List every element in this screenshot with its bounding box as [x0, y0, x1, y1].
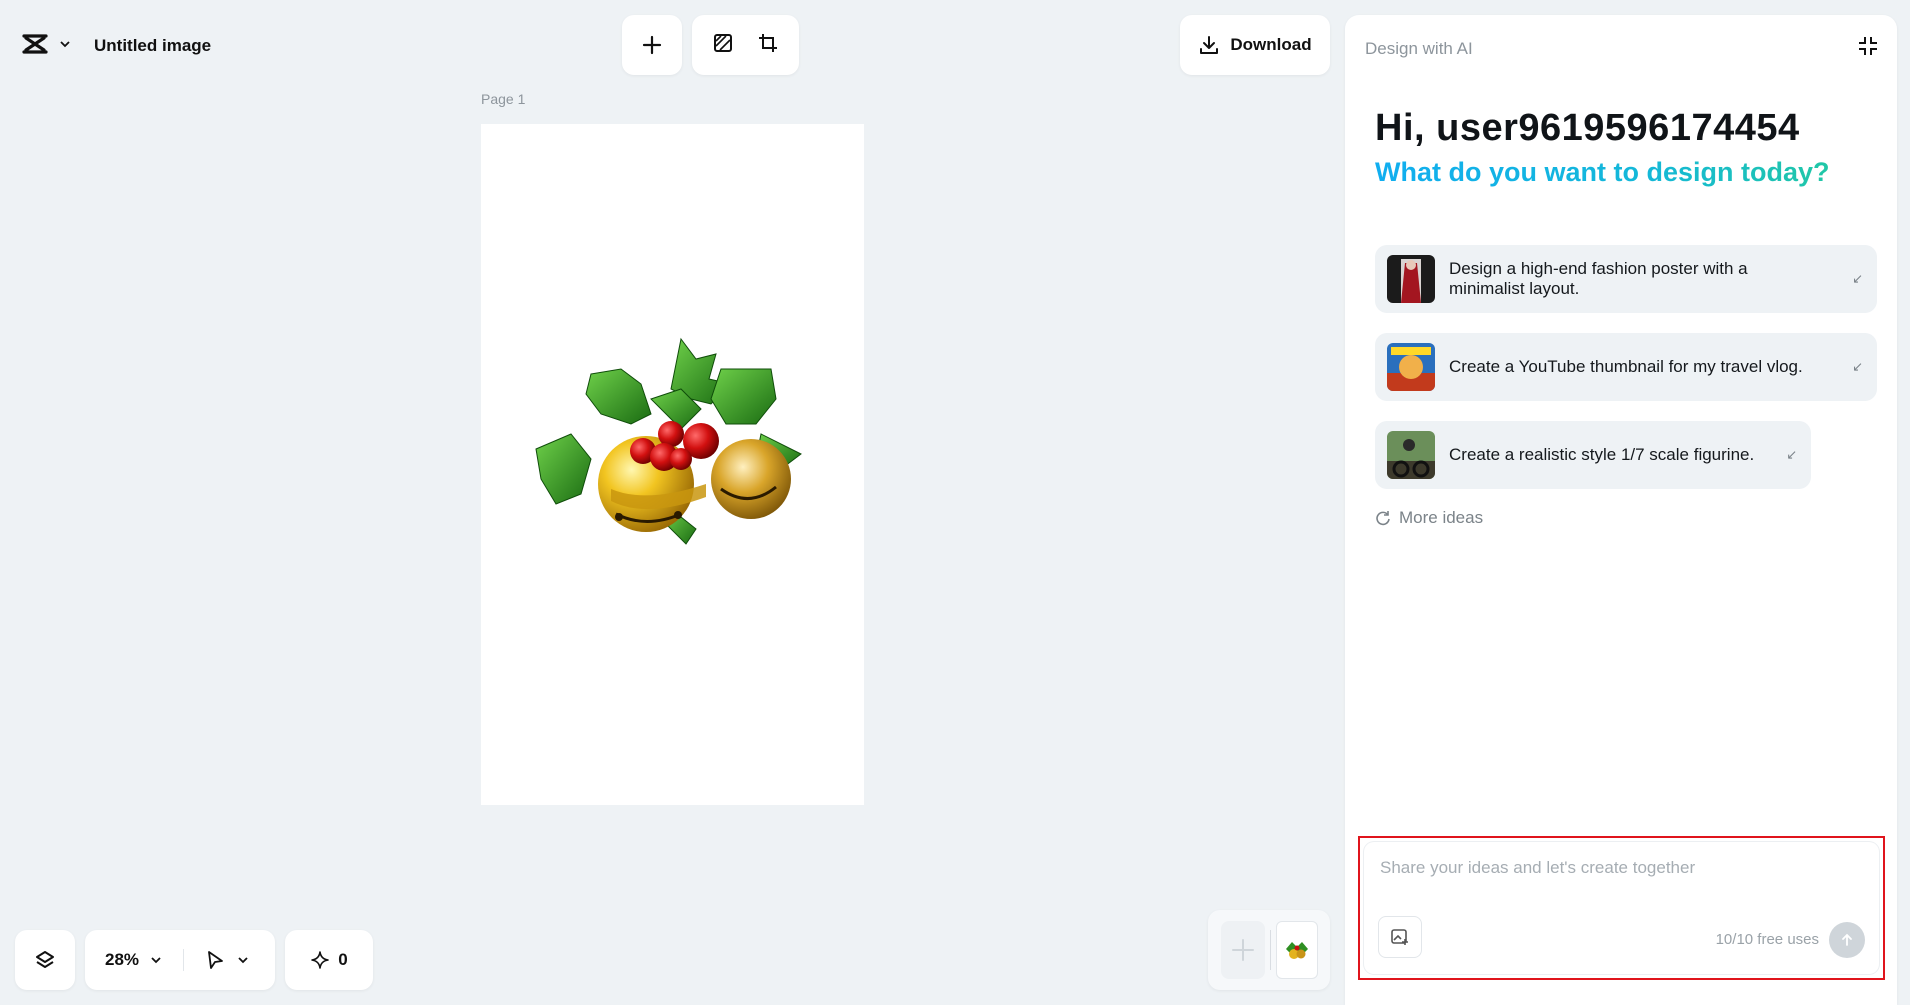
more-ideas-label: More ideas	[1399, 508, 1484, 527]
chevron-down-icon[interactable]	[149, 953, 163, 967]
idea-thumbnail	[1387, 431, 1435, 479]
pointer-tool-icon[interactable]	[204, 949, 226, 971]
chevron-down-icon[interactable]	[236, 953, 250, 967]
prompt-input-box: 10/10 free uses	[1364, 842, 1879, 974]
greeting: Hi, user9619596174454	[1375, 107, 1800, 149]
panel-title: Design with AI	[1365, 38, 1473, 58]
layers-icon	[36, 951, 54, 968]
free-uses-counter: 10/10 free uses	[1715, 931, 1819, 948]
collapse-panel-button[interactable]	[1857, 35, 1879, 62]
prompt-input[interactable]	[1380, 858, 1860, 898]
resize-button[interactable]	[757, 32, 779, 59]
insert-arrow-icon: ↙	[1786, 447, 1798, 462]
chevron-down-icon[interactable]	[58, 37, 72, 56]
design-with-ai-panel: Design with AI Hi, user9619596174454 Wha…	[1345, 15, 1897, 1005]
background-pattern-icon	[713, 33, 732, 52]
subheading: What do you want to design today?	[1375, 157, 1830, 187]
canvas-tools-group	[692, 15, 799, 75]
plus-icon	[1231, 939, 1254, 961]
idea-suggestions: Design a high-end fashion poster with a …	[1375, 245, 1877, 509]
document-title[interactable]: Untitled image	[94, 36, 211, 56]
page-thumbnail[interactable]	[1275, 921, 1318, 979]
resize-icon	[759, 33, 778, 52]
layers-button[interactable]	[15, 930, 75, 990]
more-ideas-button[interactable]: More ideas	[1375, 508, 1483, 528]
idea-text: Design a high-end fashion poster with a …	[1449, 259, 1748, 298]
refresh-icon	[1376, 511, 1390, 526]
background-button[interactable]	[712, 32, 734, 59]
idea-thumbnail	[1387, 255, 1435, 303]
document-title-bar[interactable]: Untitled image	[8, 16, 240, 76]
collapse-icon	[1859, 37, 1877, 55]
prompt-input-area: 10/10 free uses	[1358, 836, 1885, 980]
sparkle-icon	[311, 951, 330, 969]
download-label: Download	[1230, 35, 1312, 54]
idea-text: Create a YouTube thumbnail for my travel…	[1449, 357, 1803, 376]
insert-arrow-icon: ↙	[1852, 271, 1863, 286]
divider	[183, 949, 185, 971]
jingle-bells-holly-image[interactable]	[531, 329, 811, 549]
plus-icon	[642, 35, 662, 55]
image-add-icon	[1391, 929, 1408, 945]
zoom-controls: 28%	[85, 930, 275, 990]
page-strip	[1208, 910, 1330, 990]
download-icon	[1200, 36, 1219, 54]
send-button[interactable]	[1829, 922, 1865, 958]
add-button[interactable]	[622, 15, 682, 75]
artboard[interactable]	[481, 124, 864, 805]
idea-thumbnail	[1387, 343, 1435, 391]
ai-credits-button[interactable]: 0	[285, 930, 373, 990]
zoom-level[interactable]: 28%	[105, 950, 139, 970]
capcut-logo-icon[interactable]	[22, 33, 48, 60]
divider	[1269, 930, 1271, 970]
panel-header: Design with AI	[1365, 35, 1879, 62]
insert-arrow-icon: ↙	[1852, 359, 1863, 374]
idea-suggestion-youtube-thumbnail[interactable]: Create a YouTube thumbnail for my travel…	[1375, 333, 1877, 401]
page-label: Page 1	[481, 91, 526, 107]
ai-credits-count: 0	[338, 950, 348, 969]
idea-suggestion-fashion-poster[interactable]: Design a high-end fashion poster with a …	[1375, 245, 1877, 313]
idea-text: Create a realistic style 1/7 scale figur…	[1449, 445, 1755, 464]
upload-image-button[interactable]	[1378, 916, 1422, 958]
arrow-up-icon	[1842, 933, 1852, 946]
add-page-button[interactable]	[1220, 921, 1265, 979]
idea-suggestion-figurine[interactable]: Create a realistic style 1/7 scale figur…	[1375, 421, 1812, 489]
download-button[interactable]: Download	[1180, 15, 1330, 75]
